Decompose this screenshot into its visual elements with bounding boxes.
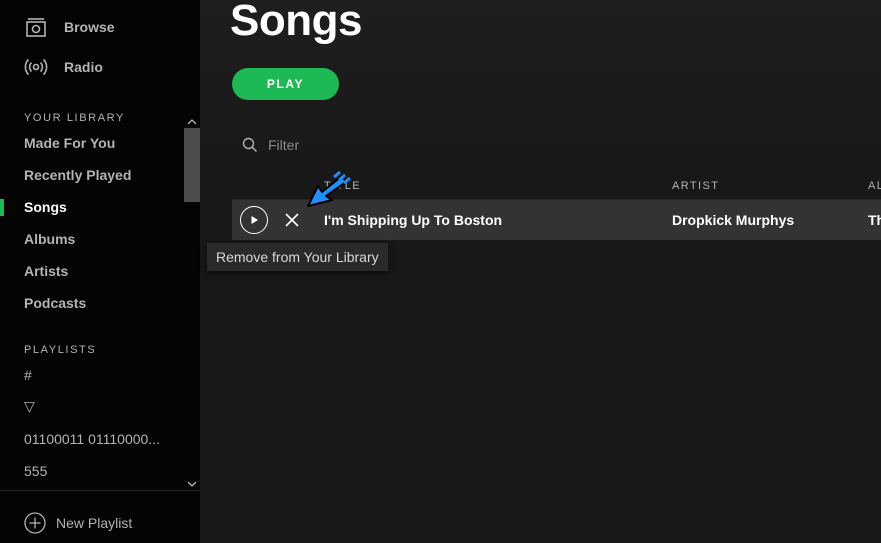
sidebar-item-albums[interactable]: Albums <box>24 229 75 249</box>
sidebar-divider <box>0 490 200 491</box>
browse-icon <box>24 15 48 39</box>
active-indicator <box>0 199 4 216</box>
nav-radio-label: Radio <box>64 59 103 75</box>
track-album[interactable]: Th <box>868 212 881 228</box>
plus-circle-icon <box>24 512 46 534</box>
remove-from-library-button[interactable] <box>282 210 302 230</box>
playlists-heading: PLAYLISTS <box>24 344 97 356</box>
column-header-artist[interactable]: ARTIST <box>672 180 719 192</box>
sidebar-item-podcasts[interactable]: Podcasts <box>24 293 86 313</box>
play-button[interactable]: PLAY <box>232 68 339 100</box>
playlist-item[interactable]: # <box>24 365 32 385</box>
track-title: I'm Shipping Up To Boston <box>324 212 503 228</box>
playlist-item[interactable]: ▽ <box>24 396 35 416</box>
sidebar-scroll-thumb[interactable] <box>184 128 200 202</box>
sidebar-item-recently-played[interactable]: Recently Played <box>24 165 131 185</box>
scroll-down-icon[interactable] <box>186 476 198 487</box>
sidebar-item-songs[interactable]: Songs <box>24 197 67 217</box>
filter-input[interactable] <box>268 137 428 153</box>
tooltip: Remove from Your Library <box>207 243 388 271</box>
nav-browse[interactable]: Browse <box>24 14 115 40</box>
radio-icon <box>24 55 48 79</box>
sidebar: Browse Radio YOUR LIBRARY Made For You R… <box>0 0 200 543</box>
new-playlist-label: New Playlist <box>56 515 133 531</box>
library-heading: YOUR LIBRARY <box>24 112 125 124</box>
scroll-up-icon[interactable] <box>186 114 198 125</box>
filter-box[interactable] <box>242 134 428 156</box>
close-icon <box>285 213 299 227</box>
new-playlist-button[interactable]: New Playlist <box>24 511 132 535</box>
nav-radio[interactable]: Radio <box>24 54 103 80</box>
sidebar-item-artists[interactable]: Artists <box>24 261 68 281</box>
play-track-button[interactable] <box>240 206 268 234</box>
page-title: Songs <box>230 0 362 45</box>
play-icon <box>251 216 258 224</box>
column-header-album[interactable]: ALBUM <box>868 180 881 192</box>
playlist-item[interactable]: 555 <box>24 461 47 481</box>
search-icon <box>242 137 258 153</box>
sidebar-item-made-for-you[interactable]: Made For You <box>24 133 115 153</box>
pointer-arrow-icon <box>307 170 351 207</box>
track-artist[interactable]: Dropkick Murphys <box>672 212 794 228</box>
nav-browse-label: Browse <box>64 19 115 35</box>
main-content: Songs PLAY TITLE ARTIST ALBUM I'm Shippi… <box>200 0 881 543</box>
playlist-item[interactable]: 01100011 01110000... <box>24 429 160 449</box>
